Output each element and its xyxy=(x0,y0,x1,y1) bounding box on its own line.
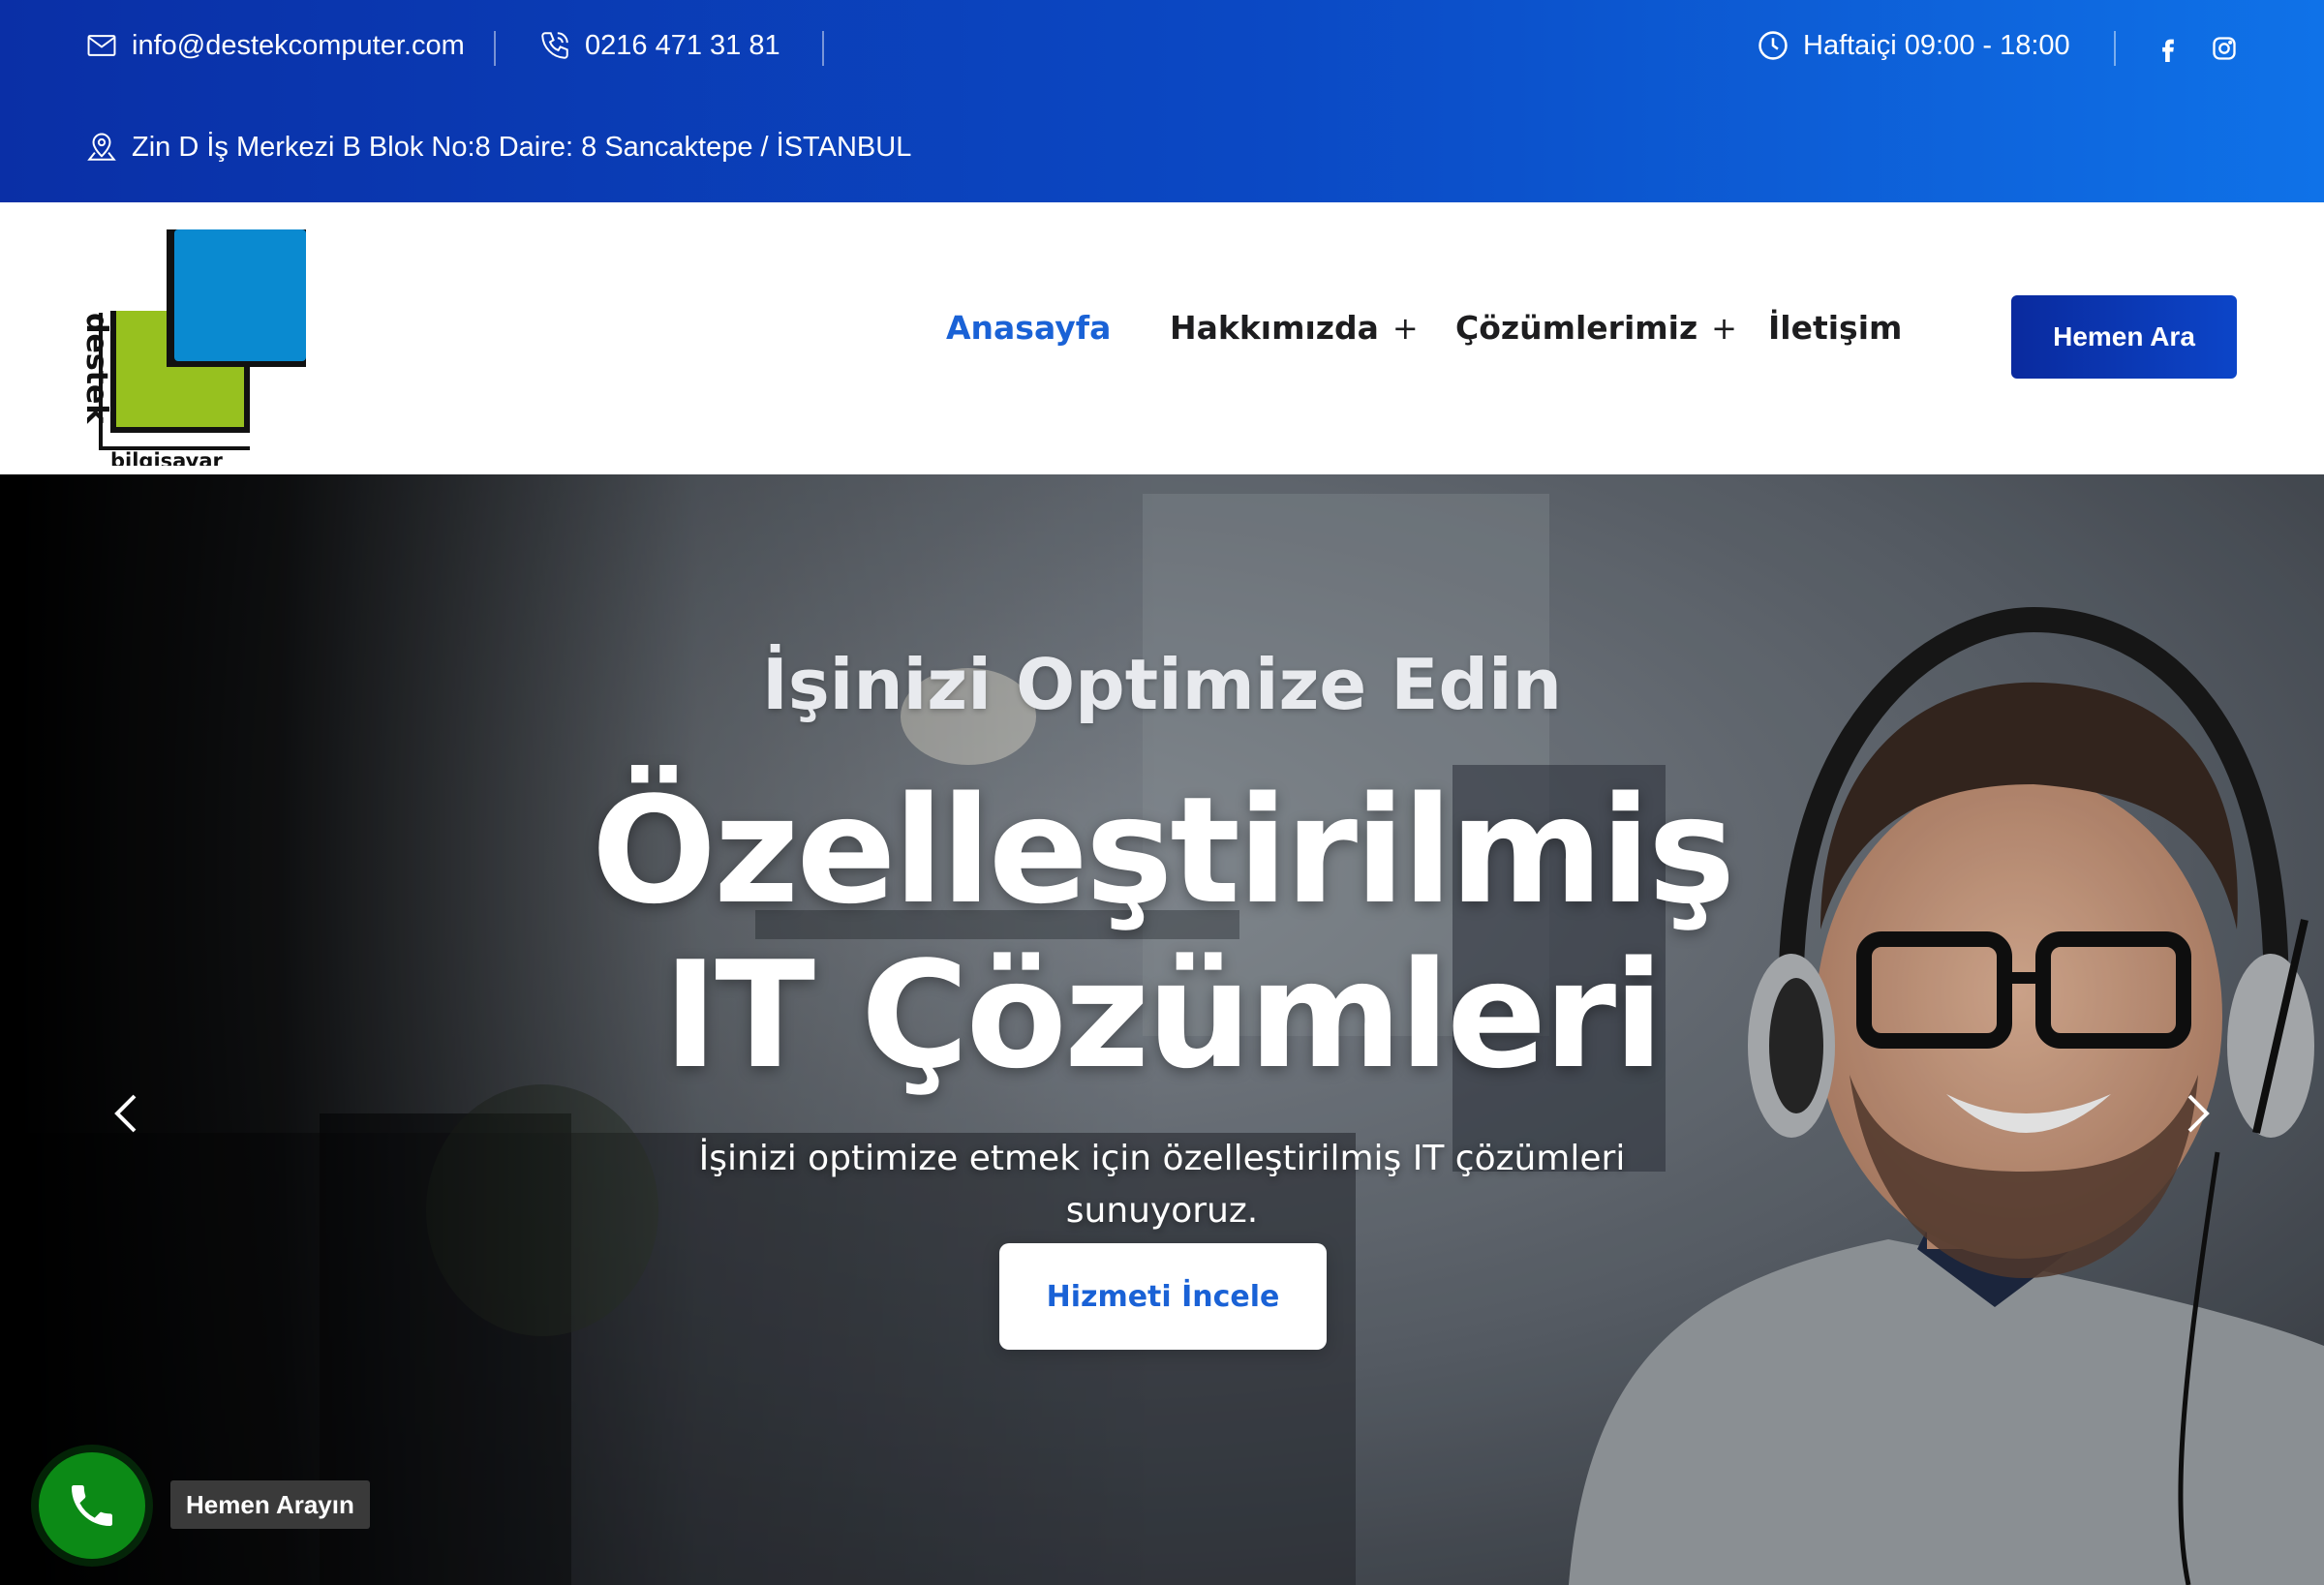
chevron-left-icon xyxy=(114,1094,137,1133)
top-info-bar: info@destekcomputer.com 0216 471 31 81 H… xyxy=(0,0,2324,202)
nav-item-solutions[interactable]: Çözümlerimiz + xyxy=(1455,309,1737,347)
submenu-plus-icon: + xyxy=(1711,309,1737,347)
nav-item-about[interactable]: Hakkımızda + xyxy=(1170,309,1419,347)
nav-label: Anasayfa xyxy=(946,309,1112,347)
divider xyxy=(822,31,824,66)
call-now-button[interactable]: Hemen Ara xyxy=(2011,295,2237,379)
hero-content: İşinizi Optimize Edin Özelleştirilmiş IT… xyxy=(0,474,2324,1585)
nav-item-contact[interactable]: İletişim xyxy=(1768,309,1902,347)
email-link[interactable]: info@destekcomputer.com xyxy=(85,29,465,62)
submenu-plus-icon: + xyxy=(1391,309,1419,347)
hero-description: İşinizi optimize etmek için özelleştiril… xyxy=(698,1139,1626,1231)
address-text: Zin D İş Merkezi B Blok No:8 Daire: 8 Sa… xyxy=(132,131,912,163)
site-header: destek bilgisayar Anasayfa Hakkımızda + … xyxy=(0,202,2324,474)
logo-word-bilgisayar: bilgisayar xyxy=(110,449,224,466)
hero-subtitle: İşinizi Optimize Edin xyxy=(762,644,1562,725)
facebook-icon xyxy=(2162,39,2174,62)
instagram-icon xyxy=(2213,37,2236,60)
hero-title-line-2: IT Çözümleri xyxy=(662,930,1664,1101)
hero-title-line-1: Özelleştirilmiş xyxy=(591,765,1735,936)
slider-prev-button[interactable] xyxy=(97,1075,155,1152)
divider xyxy=(2114,31,2116,66)
floating-call-button[interactable] xyxy=(39,1452,145,1559)
divider xyxy=(494,31,496,66)
nav-label: Hakkımızda xyxy=(1170,309,1379,347)
floating-call-label[interactable]: Hemen Arayın xyxy=(170,1480,370,1529)
hero-slider: İşinizi Optimize Edin Özelleştirilmiş IT… xyxy=(0,474,2324,1585)
phone-text: 0216 471 31 81 xyxy=(585,29,780,61)
logo[interactable]: destek bilgisayar xyxy=(79,224,316,472)
location-icon xyxy=(87,133,116,161)
phone-icon xyxy=(541,32,568,59)
hours-text: Haftaiçi 09:00 - 18:00 xyxy=(1803,29,2070,61)
nav-label: Çözümlerimiz xyxy=(1455,309,1698,347)
slider-next-button[interactable] xyxy=(2169,1075,2227,1152)
phone-handset-icon xyxy=(72,1485,112,1526)
nav-label: İletişim xyxy=(1768,309,1903,347)
facebook-link[interactable] xyxy=(2152,29,2185,68)
phone-link[interactable]: 0216 471 31 81 xyxy=(538,29,780,62)
working-hours: Haftaiçi 09:00 - 18:00 xyxy=(1757,29,2070,62)
logo-mark: destek bilgisayar xyxy=(79,229,306,472)
mail-icon xyxy=(87,35,116,56)
explore-service-button[interactable]: Hizmeti İncele xyxy=(999,1243,1327,1350)
chevron-right-icon xyxy=(2187,1094,2210,1133)
email-text: info@destekcomputer.com xyxy=(132,29,465,61)
logo-word-destek: destek xyxy=(83,313,113,424)
nav-item-home[interactable]: Anasayfa xyxy=(946,309,1111,347)
instagram-link[interactable] xyxy=(2208,29,2241,68)
address: Zin D İş Merkezi B Blok No:8 Daire: 8 Sa… xyxy=(85,131,911,164)
clock-icon xyxy=(1758,31,1788,60)
